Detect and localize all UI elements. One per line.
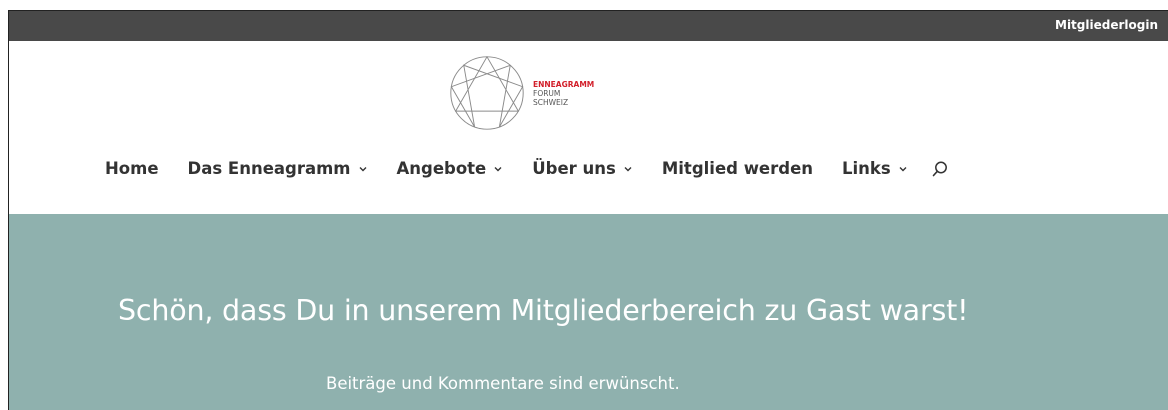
chevron-down-icon bbox=[494, 166, 502, 171]
nav-item-label: Angebote bbox=[396, 159, 487, 178]
site-header: ENNEAGRAMM FORUM SCHWEIZ Home Das Enneag… bbox=[9, 41, 1168, 214]
member-login-link[interactable]: Mitgliederlogin bbox=[1055, 18, 1158, 32]
nav-item-label: Links bbox=[842, 159, 891, 178]
logo-line-schweiz: SCHWEIZ bbox=[533, 97, 569, 107]
site-logo[interactable]: ENNEAGRAMM FORUM SCHWEIZ bbox=[447, 53, 594, 133]
nav-item-home[interactable]: Home bbox=[105, 159, 159, 178]
enneagram-symbol-icon bbox=[447, 53, 527, 133]
nav-item-mitglied-werden[interactable]: Mitglied werden bbox=[662, 159, 813, 178]
chevron-down-icon bbox=[624, 166, 632, 171]
search-icon[interactable] bbox=[931, 160, 949, 178]
chevron-down-icon bbox=[899, 166, 907, 171]
hero-subtext: Beiträge und Kommentare sind erwünscht. bbox=[326, 374, 680, 393]
hero-heading: Schön, dass Du in unserem Mitgliederbere… bbox=[118, 294, 969, 327]
nav-item-das-enneagramm[interactable]: Das Enneagramm bbox=[188, 159, 368, 178]
top-bar: Mitgliederlogin bbox=[9, 11, 1168, 41]
nav-item-angebote[interactable]: Angebote bbox=[397, 159, 504, 178]
logo-line-forum: FORUM bbox=[533, 88, 561, 98]
logo-line-enneagramm: ENNEAGRAMM bbox=[533, 79, 595, 89]
nav-item-label: Das Enneagramm bbox=[187, 159, 351, 178]
nav-item-links[interactable]: Links bbox=[842, 159, 908, 178]
nav-item-label: Mitglied werden bbox=[661, 159, 814, 178]
logo-text: ENNEAGRAMM FORUM SCHWEIZ bbox=[533, 80, 594, 107]
nav-item-ueber-uns[interactable]: Über uns bbox=[532, 159, 633, 178]
nav-item-label: Über uns bbox=[532, 159, 616, 178]
browser-viewport: Mitgliederlogin ENNEAGRAMM FORUM SCHWEIZ… bbox=[8, 10, 1168, 410]
hero-section: Schön, dass Du in unserem Mitgliederbere… bbox=[9, 214, 1168, 410]
nav-item-label: Home bbox=[105, 159, 159, 178]
main-nav: Home Das Enneagramm Angebote Über uns Mi… bbox=[105, 159, 949, 178]
chevron-down-icon bbox=[359, 166, 366, 171]
